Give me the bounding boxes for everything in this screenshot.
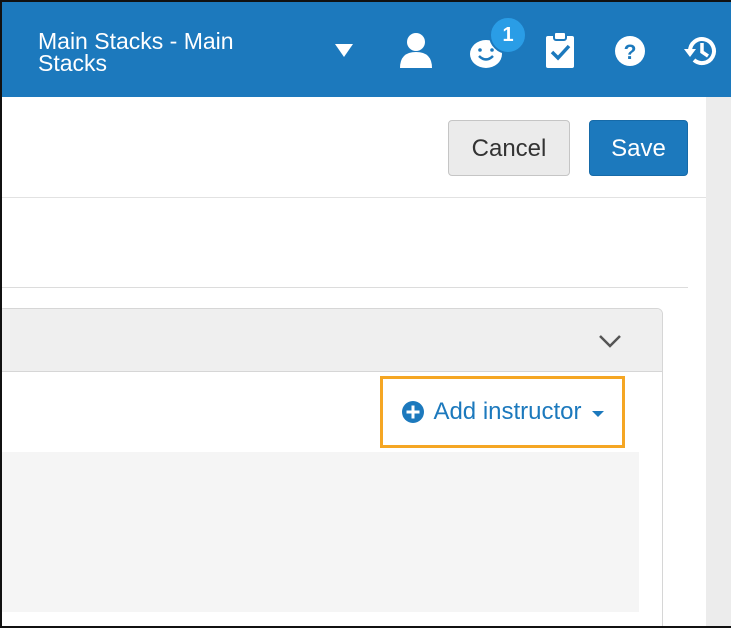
caret-down-icon[interactable]: [335, 44, 353, 57]
notification-count-badge: 1: [489, 16, 527, 54]
help-icon[interactable]: ?: [612, 30, 648, 70]
section-header[interactable]: [2, 309, 662, 372]
cancel-button[interactable]: Cancel: [448, 120, 570, 176]
instructors-list-area: [2, 452, 639, 612]
divider: [2, 287, 688, 288]
user-icon[interactable]: [398, 30, 434, 70]
divider: [2, 197, 706, 198]
screen-frame: Main Stacks - Main Stacks 1 ? Cancel Sav…: [0, 0, 731, 628]
save-button[interactable]: Save: [589, 120, 688, 176]
caret-down-icon: [591, 411, 604, 417]
scroll-track[interactable]: [706, 97, 731, 626]
tasks-clipboard-icon[interactable]: [542, 30, 578, 70]
history-icon[interactable]: [682, 30, 718, 70]
top-bar: Main Stacks - Main Stacks 1 ?: [2, 2, 731, 97]
current-location[interactable]: Main Stacks - Main Stacks: [38, 30, 288, 75]
chevron-down-icon[interactable]: [598, 333, 622, 349]
plus-circle-icon: [402, 401, 425, 423]
add-instructor-button[interactable]: Add instructor: [380, 376, 625, 448]
instructors-section: Add instructor: [2, 308, 663, 626]
svg-text:?: ?: [624, 41, 637, 64]
add-instructor-label: Add instructor: [433, 398, 582, 425]
